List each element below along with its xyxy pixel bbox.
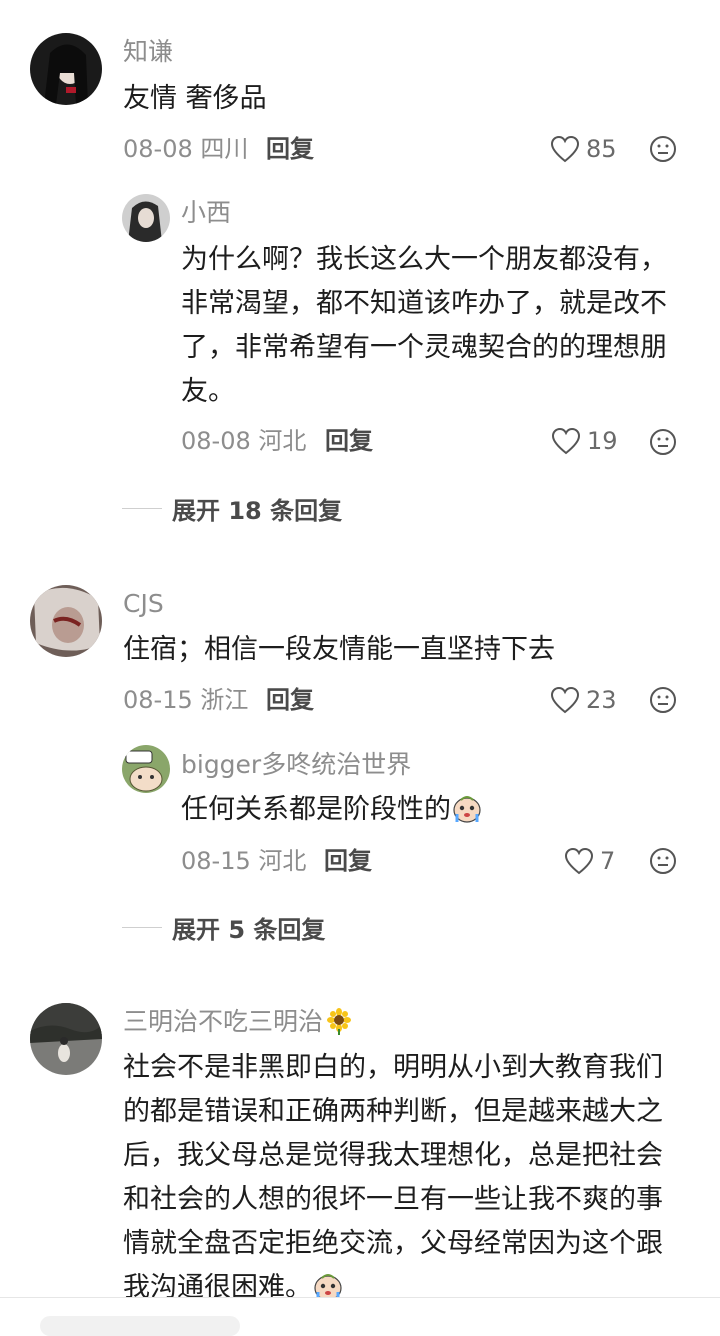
like-button[interactable]: 7 bbox=[564, 846, 615, 876]
like-count: 7 bbox=[600, 847, 616, 875]
meh-face-icon[interactable] bbox=[649, 428, 677, 456]
comment-text-line: 和社会的人想的很坏一旦有一些让我不爽的事 bbox=[123, 1184, 663, 1215]
avatar[interactable] bbox=[30, 1003, 102, 1075]
crying-face-emoji bbox=[453, 796, 481, 823]
reply-location: 河北 bbox=[258, 427, 307, 455]
comment-author-name: 三明治不吃三明治 bbox=[123, 1007, 324, 1036]
reply-date: 08-08 bbox=[181, 427, 251, 455]
reply-text-line: 了，非常希望有一个灵魂契合的的理想朋 bbox=[181, 332, 667, 363]
comment-meta: 08-08 四川 bbox=[123, 134, 248, 164]
comment-text: 社会不是非黑即白的，明明从小到大教育我们 的都是错误和正确两种判断，但是越来越大… bbox=[123, 1046, 663, 1310]
divider bbox=[122, 927, 162, 928]
divider bbox=[122, 508, 162, 509]
avatar[interactable] bbox=[122, 194, 170, 242]
like-button[interactable]: 19 bbox=[551, 426, 618, 456]
comment-date: 08-08 bbox=[123, 135, 193, 163]
comment-meta: 08-15 浙江 bbox=[123, 685, 248, 715]
heart-outline-icon bbox=[550, 686, 580, 714]
reply-meta: 08-08 河北 bbox=[181, 426, 306, 456]
comment-location: 浙江 bbox=[200, 686, 249, 714]
comment-location: 四川 bbox=[200, 135, 249, 163]
expand-replies-button[interactable]: 展开 5 条回复 bbox=[122, 910, 325, 945]
comment-text-line: 情就全盘否定拒绝交流，父母经常因为这个跟 bbox=[123, 1228, 663, 1259]
comment-date: 08-15 bbox=[123, 686, 193, 714]
divider bbox=[0, 1297, 720, 1298]
avatar[interactable] bbox=[30, 585, 102, 657]
like-count: 85 bbox=[586, 135, 617, 163]
comment-text-line: 后，我父母总是觉得我太理想化，总是把社会 bbox=[123, 1140, 663, 1171]
reply-meta: 08-15 河北 bbox=[181, 846, 306, 876]
reply-text: 为什么啊？我长这么大一个朋友都没有， 非常渴望，都不知道该咋办了，就是改不 了，… bbox=[181, 238, 667, 414]
comment-author[interactable]: 知谦 bbox=[123, 37, 173, 67]
heart-outline-icon bbox=[564, 847, 594, 875]
expand-replies-button[interactable]: 展开 18 条回复 bbox=[122, 491, 342, 526]
meh-face-icon[interactable] bbox=[649, 847, 677, 875]
like-button[interactable]: 85 bbox=[550, 134, 617, 164]
expand-replies-label: 展开 18 条回复 bbox=[172, 497, 343, 525]
reply-location: 河北 bbox=[258, 847, 307, 875]
comment-text: 友情 奢侈品 bbox=[123, 83, 267, 114]
reply-author[interactable]: 小西 bbox=[181, 198, 231, 228]
meh-face-icon[interactable] bbox=[649, 135, 677, 163]
like-count: 23 bbox=[586, 686, 617, 714]
expand-replies-label: 展开 5 条回复 bbox=[172, 916, 326, 944]
avatar[interactable] bbox=[30, 33, 102, 105]
sunflower-emoji bbox=[327, 1008, 352, 1035]
reply-button[interactable]: 回复 bbox=[266, 134, 314, 164]
avatar[interactable] bbox=[122, 745, 170, 793]
reply-author[interactable]: bigger多咚统治世界 bbox=[181, 750, 411, 780]
reply-button[interactable]: 回复 bbox=[324, 846, 372, 876]
comment-author[interactable]: 三明治不吃三明治 bbox=[123, 1007, 353, 1037]
comment-author[interactable]: CJS bbox=[123, 589, 164, 619]
comment-text: 住宿；相信一段友情能一直坚持下去 bbox=[123, 634, 555, 665]
like-button[interactable]: 23 bbox=[550, 685, 617, 715]
reply-text-line: 非常渴望，都不知道该咋办了，就是改不 bbox=[181, 288, 667, 319]
comment-text-line: 的都是错误和正确两种判断，但是越来越大之 bbox=[123, 1096, 663, 1127]
reply-text-body: 任何关系都是阶段性的 bbox=[181, 794, 451, 825]
comment-text-line: 社会不是非黑即白的，明明从小到大教育我们 bbox=[123, 1052, 663, 1083]
reply-text-line: 为什么啊？我长这么大一个朋友都没有， bbox=[181, 244, 667, 275]
like-count: 19 bbox=[587, 427, 618, 455]
heart-outline-icon bbox=[550, 135, 580, 163]
reply-date: 08-15 bbox=[181, 847, 251, 875]
reply-text-line: 友。 bbox=[181, 376, 235, 407]
comment-input[interactable] bbox=[40, 1316, 240, 1336]
reply-button[interactable]: 回复 bbox=[325, 426, 373, 456]
meh-face-icon[interactable] bbox=[649, 686, 677, 714]
heart-outline-icon bbox=[551, 427, 581, 455]
reply-button[interactable]: 回复 bbox=[266, 685, 314, 715]
reply-text: 任何关系都是阶段性的 bbox=[181, 788, 483, 832]
